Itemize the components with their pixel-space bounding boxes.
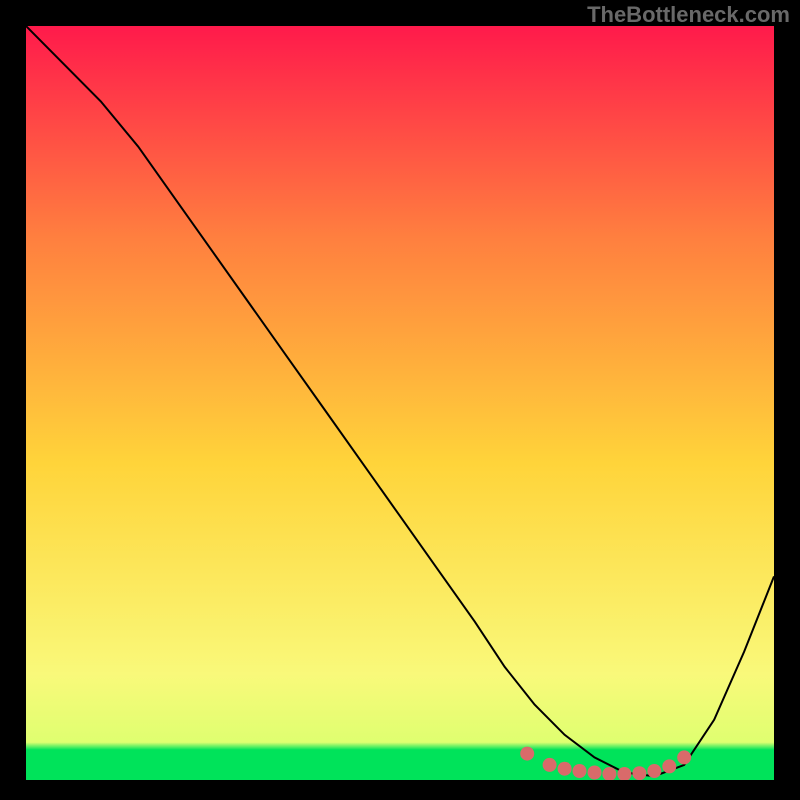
watermark-text: TheBottleneck.com [587,2,790,28]
marker-dot [588,766,602,780]
chart-frame: TheBottleneck.com [0,0,800,800]
chart-plot-area [26,26,774,780]
marker-dot [677,750,691,764]
marker-dot [573,764,587,778]
marker-dot [647,764,661,778]
chart-background [26,26,774,780]
marker-dot [520,747,534,761]
marker-dot [632,766,646,780]
chart-svg [26,26,774,780]
marker-dot [662,759,676,773]
marker-dot [543,758,557,772]
marker-dot [558,762,572,776]
